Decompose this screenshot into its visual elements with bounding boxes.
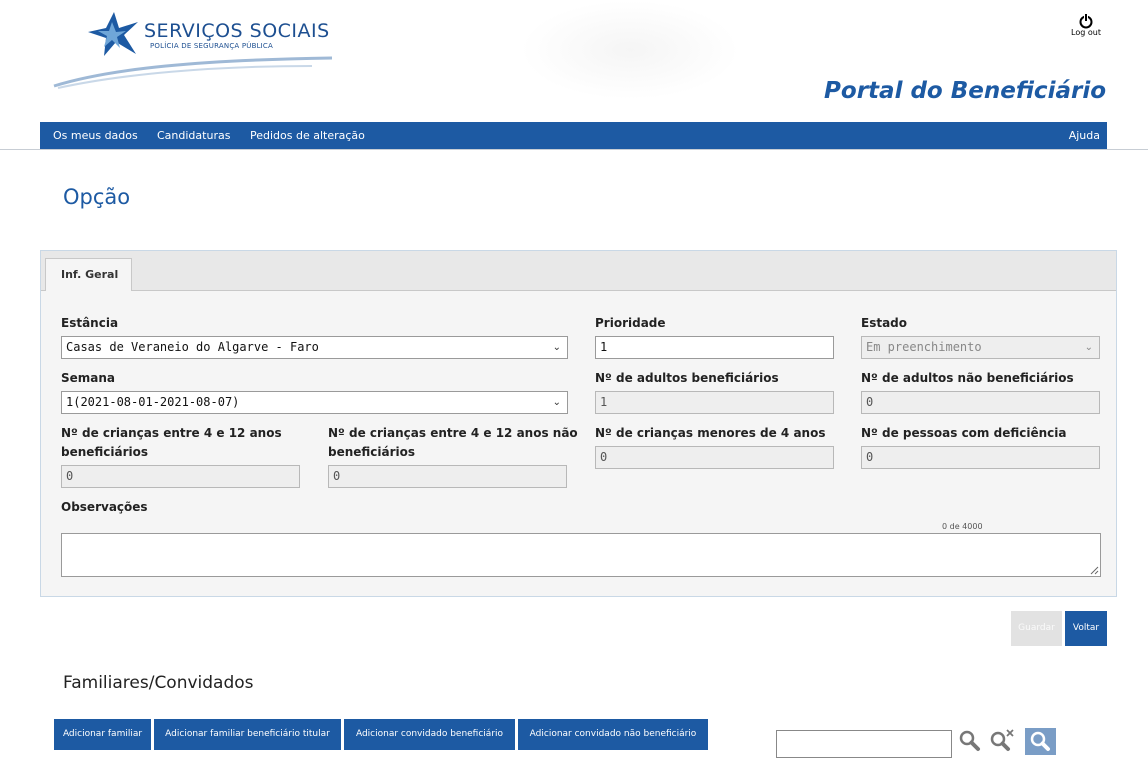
nav-ajuda[interactable]: Ajuda: [1069, 122, 1100, 149]
search-icon: [959, 730, 980, 751]
clear-search-icon: [990, 729, 1014, 751]
character-counter: 0 de 4000: [942, 522, 983, 531]
search-button[interactable]: [957, 728, 987, 755]
prioridade-label: Prioridade: [595, 316, 666, 330]
estado-value: Em preenchimento: [866, 340, 982, 354]
criancas-beneficiarios-label-line1: Nº de crianças entre 4 e 12 anos: [61, 426, 282, 440]
adicionar-familiar-titular-button[interactable]: Adicionar familiar beneficiário titular: [154, 719, 341, 750]
tab-bar: Inf. Geral: [41, 251, 1116, 291]
form-panel: Inf. Geral Estância Casas de Veraneio do…: [40, 250, 1117, 597]
portal-title: Portal do Beneficiário: [824, 78, 1106, 104]
chevron-down-icon: ⌄: [552, 342, 561, 353]
criancas-menores-input[interactable]: 0: [595, 446, 834, 469]
chevron-down-icon: ⌄: [1084, 342, 1093, 353]
logo-swoosh: [53, 56, 333, 89]
semana-select[interactable]: 1(2021-08-01-2021-08-07) ⌄: [61, 391, 568, 414]
semana-value: 1(2021-08-01-2021-08-07): [66, 395, 240, 409]
prioridade-input[interactable]: 1: [595, 336, 834, 359]
page-title: Opção: [63, 185, 131, 209]
resize-handle-icon[interactable]: [1090, 566, 1099, 575]
adultos-beneficiarios-label: Nº de adultos beneficiários: [595, 371, 779, 385]
chevron-down-icon: ⌄: [552, 397, 561, 408]
nav-candidaturas[interactable]: Candidaturas: [157, 122, 230, 149]
criancas-beneficiarios-label-line2: beneficiários: [61, 445, 149, 459]
nav-pedidos-de-alteracao[interactable]: Pedidos de alteração: [250, 122, 365, 149]
clear-search-button[interactable]: [988, 728, 1018, 755]
criancas-beneficiarios-input[interactable]: 0: [61, 465, 300, 488]
voltar-button[interactable]: Voltar: [1065, 611, 1107, 646]
criancas-nao-beneficiarios-label-line1: Nº de crianças entre 4 e 12 anos não: [328, 426, 578, 440]
estancia-label: Estância: [61, 316, 119, 330]
criancas-nao-beneficiarios-label: Nº de crianças entre 4 e 12 anos não ben…: [328, 424, 578, 462]
logout-button[interactable]: Log out: [1069, 13, 1103, 47]
search-input[interactable]: [776, 730, 952, 758]
familiares-section-title: Familiares/Convidados: [63, 673, 254, 693]
adultos-beneficiarios-field: 1: [595, 391, 834, 414]
estancia-select[interactable]: Casas de Veraneio do Algarve - Faro ⌄: [61, 336, 568, 359]
criancas-nao-beneficiarios-label-line2: beneficiários: [328, 445, 416, 459]
guardar-button[interactable]: Guardar: [1011, 611, 1062, 646]
logo-subtitle: POLÍCIA DE SEGURANÇA PÚBLICA: [150, 42, 274, 50]
adultos-nao-beneficiarios-input[interactable]: 0: [861, 391, 1100, 414]
criancas-beneficiarios-label: Nº de crianças entre 4 e 12 anos benefic…: [61, 424, 282, 462]
semana-label: Semana: [61, 371, 116, 385]
header-decoration: [520, 0, 740, 100]
logo-title: SERVIÇOS SOCIAIS: [144, 20, 330, 42]
search-filled-icon: [1030, 731, 1050, 751]
navbar-divider: [0, 149, 1148, 150]
logout-label: Log out: [1071, 28, 1101, 37]
deficiencia-input[interactable]: 0: [861, 446, 1100, 469]
observacoes-textarea[interactable]: [61, 533, 1101, 577]
adicionar-convidado-nao-beneficiario-button[interactable]: Adicionar convidado não beneficiário: [518, 719, 708, 750]
adultos-nao-beneficiarios-label: Nº de adultos não beneficiários: [861, 371, 1074, 385]
criancas-nao-beneficiarios-input[interactable]: 0: [328, 465, 567, 488]
power-icon: [1079, 13, 1093, 29]
criancas-menores-label: Nº de crianças menores de 4 anos: [595, 426, 826, 440]
main-navbar: Os meus dados Candidaturas Pedidos de al…: [40, 122, 1107, 149]
logo: SERVIÇOS SOCIAIS POLÍCIA DE SEGURANÇA PÚ…: [52, 8, 352, 89]
tab-inf-geral[interactable]: Inf. Geral: [45, 258, 132, 291]
estancia-value: Casas de Veraneio do Algarve - Faro: [66, 340, 319, 354]
estado-label: Estado: [861, 316, 908, 330]
advanced-search-button[interactable]: [1025, 728, 1056, 755]
observacoes-label: Observações: [61, 500, 148, 514]
nav-os-meus-dados[interactable]: Os meus dados: [53, 122, 138, 149]
adicionar-convidado-beneficiario-button[interactable]: Adicionar convidado beneficiário: [344, 719, 515, 750]
adicionar-familiar-button[interactable]: Adicionar familiar: [54, 719, 151, 750]
estado-select: Em preenchimento ⌄: [861, 336, 1100, 359]
deficiencia-label: Nº de pessoas com deficiência: [861, 426, 1067, 440]
logo-star-icon: [88, 12, 138, 56]
